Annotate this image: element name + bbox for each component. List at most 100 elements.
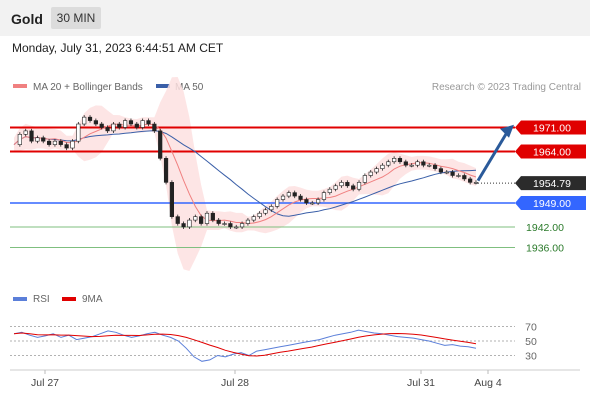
candle-body: [362, 175, 367, 183]
candle-body: [280, 195, 286, 200]
candle-body: [415, 161, 420, 166]
candle-body: [403, 161, 408, 166]
candle-body: [87, 116, 93, 121]
candle-body: [134, 123, 139, 128]
candle-body: [468, 178, 473, 183]
candle-body: [239, 223, 245, 228]
candle-body: [432, 164, 438, 169]
candle-body: [58, 140, 63, 145]
candle-body: [386, 161, 391, 166]
candle-body: [304, 199, 309, 204]
candle-body: [163, 158, 169, 183]
rsi-line: [13, 329, 477, 362]
x-tick-label: Jul 28: [221, 377, 249, 389]
forecast-arrow-shaft: [476, 129, 510, 182]
candle-body: [438, 168, 444, 173]
ma20-legend-swatch: [13, 84, 27, 88]
candle-body: [351, 185, 356, 190]
candle-body: [462, 175, 467, 180]
candle-body: [70, 140, 75, 149]
candle-body: [298, 195, 303, 200]
candle-body: [409, 164, 414, 167]
candle-body: [146, 120, 151, 125]
x-tick-label: Aug 4: [474, 377, 502, 389]
x-tick-label: Jul 27: [31, 377, 59, 389]
candle-body: [210, 212, 215, 221]
level-tag-label: 1936.00: [526, 243, 564, 255]
candle-body: [228, 223, 233, 228]
candle-body: [421, 161, 426, 166]
candle-body: [321, 192, 327, 200]
candle-body: [397, 158, 403, 163]
level-tag-label: 1971.00: [533, 122, 571, 134]
rsi-level-label: 70: [525, 322, 537, 334]
ma20-legend-label: MA 20 + Bollinger Bands: [33, 82, 143, 93]
rsi-legend-swatch: [13, 297, 27, 301]
candle-body: [316, 199, 321, 204]
candle-body: [35, 137, 40, 142]
candle-body: [374, 168, 379, 173]
candle-body: [356, 182, 362, 190]
price-chart: MA 20 + Bollinger Bands MA 50 Research ©…: [10, 77, 586, 389]
ma9-legend-label: 9MA: [82, 294, 103, 305]
candle-body: [181, 223, 186, 228]
candle-body: [234, 226, 239, 229]
candle-body: [204, 212, 210, 224]
candle-body: [152, 123, 157, 132]
candle-body: [263, 209, 268, 214]
candle-body: [327, 188, 332, 193]
candle-body: [52, 140, 58, 145]
candle-body: [158, 130, 163, 159]
candle-body: [216, 219, 221, 224]
credit-label: Research © 2023 Trading Central: [432, 82, 581, 93]
ma9-legend-swatch: [62, 297, 76, 301]
candle-body: [257, 212, 262, 217]
rsi-legend-label: RSI: [33, 294, 50, 305]
candle-body: [444, 171, 449, 174]
candle-body: [93, 120, 98, 125]
candle-body: [368, 171, 373, 176]
x-tick-label: Jul 31: [407, 377, 435, 389]
level-tag-label: 1942.00: [526, 222, 564, 234]
rsi-level-label: 50: [525, 336, 537, 348]
level-tag-label: 1949.00: [533, 198, 571, 210]
candle-body: [82, 116, 87, 125]
level-tag-label: 1964.00: [533, 146, 571, 158]
candle-body: [46, 140, 52, 145]
candle-body: [140, 120, 145, 128]
candle-body: [76, 123, 81, 142]
candle-body: [175, 216, 180, 224]
level-tag-label: 1954.79: [533, 178, 571, 190]
candle-body: [128, 120, 134, 125]
candle-body: [392, 158, 397, 163]
candle-body: [333, 185, 338, 190]
candle-body: [123, 120, 128, 128]
candle-body: [199, 216, 204, 224]
candle-body: [29, 130, 34, 142]
bollinger-band-area: [14, 77, 476, 271]
candle-body: [41, 137, 46, 142]
candle-body: [275, 199, 280, 207]
candle-body: [310, 202, 315, 205]
chart-widget: Gold 30 MIN Monday, July 31, 2023 6:44:5…: [0, 0, 590, 400]
rsi-ma-line: [13, 332, 477, 357]
candle-body: [105, 127, 110, 132]
candle-body: [245, 219, 251, 224]
candle-body: [23, 130, 28, 135]
candle-body: [187, 219, 192, 228]
candle-body: [111, 123, 116, 132]
candle-body: [169, 182, 174, 217]
candle-body: [193, 216, 198, 221]
candle-body: [339, 182, 344, 187]
candle-body: [251, 216, 256, 221]
candle-body: [427, 164, 432, 167]
candle-body: [380, 164, 385, 169]
candle-body: [473, 182, 479, 184]
candle-body: [64, 144, 69, 149]
candle-body: [117, 123, 122, 128]
candle-body: [222, 223, 227, 225]
candle-body: [292, 192, 297, 197]
candle-body: [269, 206, 274, 211]
candle-body: [450, 171, 455, 176]
candle-body: [99, 123, 104, 128]
